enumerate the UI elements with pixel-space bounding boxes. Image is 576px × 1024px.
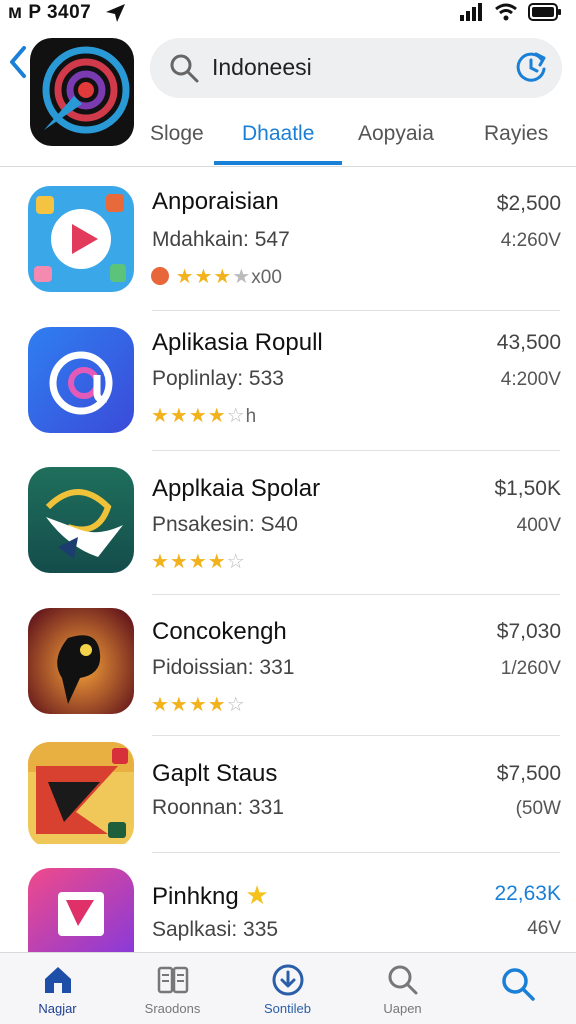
navigation-arrow-icon bbox=[106, 4, 125, 22]
wifi-icon bbox=[495, 3, 517, 21]
battery-icon bbox=[528, 3, 561, 21]
app-title: Aplikasia Ropull bbox=[152, 329, 323, 356]
empty-stars: ☆ bbox=[226, 405, 246, 427]
app-icon[interactable] bbox=[28, 327, 134, 433]
filled-stars: ★★★ bbox=[175, 266, 233, 288]
bottom-nav: Nagjar Sraodons Sontileb Uapen bbox=[0, 952, 576, 1024]
chevron-left-icon bbox=[10, 46, 26, 78]
app-title: Anporaisian bbox=[152, 188, 279, 215]
app-title-text: Pinhkng bbox=[152, 883, 239, 910]
app-size: (50W bbox=[515, 798, 561, 819]
book-icon bbox=[157, 966, 188, 994]
search-icon bbox=[170, 54, 199, 83]
nav-item-search-active[interactable] bbox=[460, 953, 575, 1024]
divider bbox=[152, 310, 560, 311]
divider bbox=[152, 852, 560, 853]
download-icon bbox=[272, 964, 303, 996]
tab-sloge[interactable]: Sloge bbox=[150, 122, 204, 146]
search-bar[interactable]: Indoneesi bbox=[150, 38, 562, 98]
category-tabs: Sloge Dhaatle Aopyaia Rayies bbox=[134, 108, 576, 166]
status-bar: ᴍ P 3407 bbox=[0, 0, 576, 28]
app-size: 4:260V bbox=[500, 230, 561, 251]
app-icon[interactable] bbox=[28, 467, 134, 573]
app-subtitle: Mdahkain: 547 bbox=[152, 228, 290, 251]
app-title: Gaplt Staus bbox=[152, 760, 278, 787]
app-price[interactable]: $2,500 bbox=[497, 192, 561, 216]
back-button[interactable] bbox=[6, 42, 30, 82]
app-title: Concokengh bbox=[152, 618, 287, 645]
divider bbox=[0, 166, 576, 167]
rating-text: h bbox=[245, 406, 257, 427]
search-input[interactable]: Indoneesi bbox=[212, 54, 312, 81]
search-icon bbox=[501, 968, 535, 1001]
app-icon[interactable] bbox=[28, 742, 134, 848]
app-subtitle: Saplkasi: 335 bbox=[152, 918, 279, 941]
star-badge-icon: ★ bbox=[245, 880, 269, 910]
rating-text: x00 bbox=[251, 267, 282, 288]
app-title: Pinhkng ★ bbox=[152, 880, 269, 911]
rating-stars: ★★★★☆ bbox=[151, 692, 246, 717]
filled-stars: ★★★★ bbox=[151, 551, 227, 573]
app-title: Applkaia Spolar bbox=[152, 475, 321, 502]
nav-label: Uapen bbox=[383, 1001, 422, 1016]
nav-label: Nagjar bbox=[38, 1001, 77, 1016]
home-icon bbox=[44, 967, 71, 993]
app-icon[interactable] bbox=[28, 186, 134, 292]
app-subtitle: Roonnan: 331 bbox=[152, 796, 284, 819]
nav-item-home[interactable]: Nagjar bbox=[0, 953, 115, 1024]
app-size: 4:200V bbox=[500, 369, 561, 390]
badge-icon bbox=[151, 267, 169, 285]
tab-aopyaia[interactable]: Aopyaia bbox=[358, 122, 434, 146]
rating-stars: ★★★★x00 bbox=[151, 264, 282, 289]
tab-dhaatle[interactable]: Dhaatle bbox=[242, 122, 314, 146]
app-price[interactable]: $7,030 bbox=[497, 620, 561, 644]
empty-stars: ★ bbox=[232, 266, 252, 288]
empty-stars: ☆ bbox=[226, 551, 246, 573]
nav-item-downloads[interactable]: Sontileb bbox=[230, 953, 345, 1024]
signal-icon bbox=[460, 3, 482, 21]
app-size: 400V bbox=[516, 515, 561, 536]
app-price[interactable]: 43,500 bbox=[497, 331, 561, 355]
nav-label: Sontileb bbox=[264, 1001, 311, 1016]
app-subtitle: Pidoissian: 331 bbox=[152, 656, 295, 679]
divider bbox=[152, 450, 560, 451]
app-size: 1/260V bbox=[500, 658, 561, 679]
app-logo-icon[interactable] bbox=[30, 38, 134, 146]
app-subtitle: Poplinlay: 533 bbox=[152, 367, 284, 390]
app-icon[interactable] bbox=[28, 608, 134, 714]
rating-stars: ★★★★☆ bbox=[151, 549, 246, 574]
app-subtitle: Pnsakesin: S40 bbox=[152, 513, 298, 536]
status-time: ᴍ P 3407 bbox=[8, 2, 92, 23]
divider bbox=[152, 594, 560, 595]
app-size: 46V bbox=[527, 918, 561, 939]
nav-item-search[interactable]: Uapen bbox=[345, 953, 460, 1024]
refresh-icon[interactable] bbox=[512, 48, 550, 86]
app-price[interactable]: $7,500 bbox=[497, 762, 561, 786]
rating-stars: ★★★★☆h bbox=[151, 403, 256, 428]
filled-stars: ★★★★ bbox=[151, 405, 227, 427]
search-icon bbox=[388, 965, 417, 995]
app-price[interactable]: 22,63K bbox=[494, 882, 561, 906]
app-icon[interactable] bbox=[28, 868, 134, 952]
divider bbox=[152, 735, 560, 736]
empty-stars: ☆ bbox=[226, 694, 246, 716]
filled-stars: ★★★★ bbox=[151, 694, 227, 716]
tab-rayies[interactable]: Rayies bbox=[484, 122, 548, 146]
app-price[interactable]: $1,50K bbox=[494, 477, 561, 501]
active-tab-indicator bbox=[214, 161, 342, 165]
nav-label: Sraodons bbox=[144, 1001, 201, 1016]
nav-item-library[interactable]: Sraodons bbox=[115, 953, 230, 1024]
